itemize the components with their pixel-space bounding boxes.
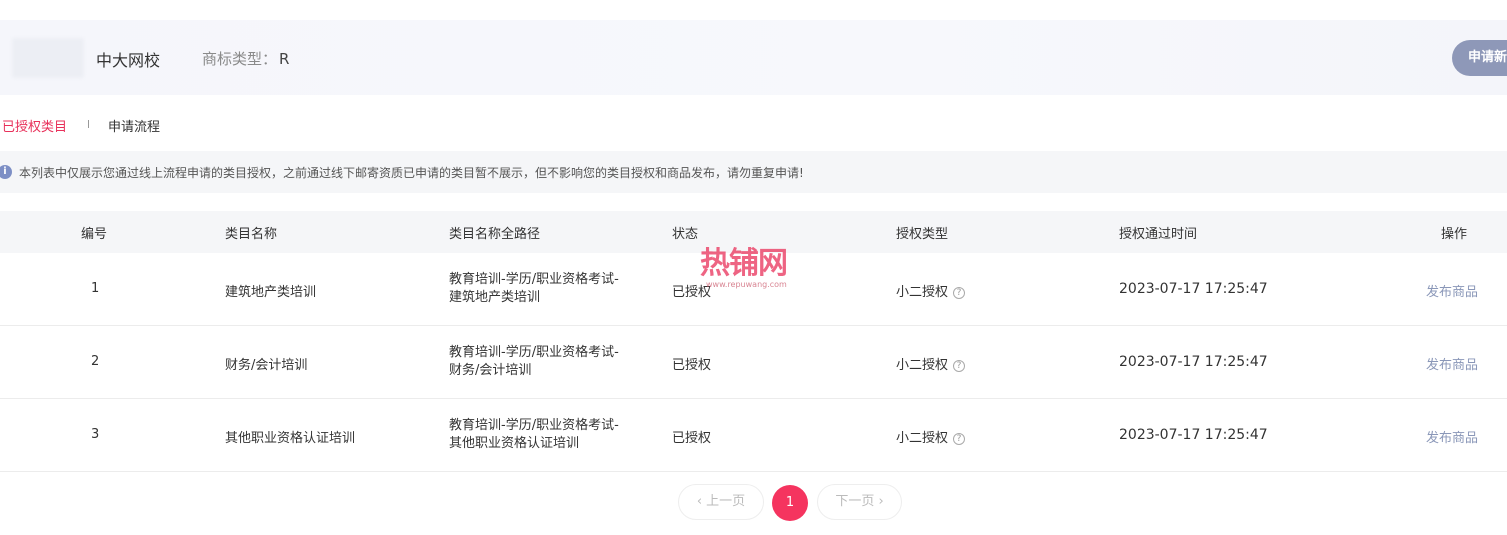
next-page-button[interactable]: 下一页 ›	[817, 484, 902, 520]
trademark-label: 商标类型：	[202, 50, 278, 68]
row-approved-time: 2023-07-17 17:25:47	[1119, 427, 1268, 443]
shop-header: 中大网校 商标类型： R 申请新	[0, 20, 1507, 95]
row-auth-type: 小二授权?	[896, 354, 966, 373]
publish-product-link[interactable]: 发布商品	[1426, 427, 1478, 446]
help-icon[interactable]: ?	[953, 433, 966, 445]
table-row: 3 其他职业资格认证培训 教育培训-学历/职业资格考试- 其他职业资格认证培训 …	[0, 399, 1507, 472]
col-header-status: 状态	[672, 227, 699, 242]
row-path-line2: 财务/会计培训	[449, 363, 532, 378]
col-header-auth-type: 授权类型	[896, 227, 949, 242]
table-row: 2 财务/会计培训 教育培训-学历/职业资格考试- 财务/会计培训 已授权 小二…	[0, 326, 1507, 399]
help-icon[interactable]: ?	[953, 287, 966, 299]
row-category-path: 教育培训-学历/职业资格考试- 财务/会计培训	[449, 344, 649, 380]
row-auth-type-label: 小二授权	[896, 431, 949, 446]
row-path-line1: 教育培训-学历/职业资格考试-	[449, 272, 619, 287]
pagination: ‹ 上一页 1 下一页 ›	[0, 484, 1507, 521]
prev-page-button[interactable]: ‹ 上一页	[678, 484, 764, 520]
watermark-url: www.repuwang.com	[706, 280, 787, 289]
row-path-line1: 教育培训-学历/职业资格考试-	[449, 418, 619, 433]
apply-new-button[interactable]: 申请新	[1452, 40, 1507, 76]
row-status: 已授权	[672, 431, 712, 446]
publish-product-link[interactable]: 发布商品	[1426, 354, 1478, 373]
row-category-path: 教育培训-学历/职业资格考试- 建筑地产类培训	[449, 271, 649, 307]
row-category-name: 建筑地产类培训	[225, 285, 317, 300]
tab-application-process[interactable]: 申请流程	[108, 116, 160, 135]
row-auth-type-label: 小二授权	[896, 358, 949, 373]
row-path-line2: 其他职业资格认证培训	[449, 436, 580, 451]
col-header-time: 授权通过时间	[1119, 227, 1198, 242]
tab-authorized-categories[interactable]: 已授权类目	[2, 116, 67, 135]
col-header-action: 操作	[1441, 227, 1468, 242]
row-category-name: 财务/会计培训	[225, 358, 308, 373]
publish-product-link[interactable]: 发布商品	[1426, 281, 1478, 300]
page: 中大网校 商标类型： R 申请新 已授权类目 申请流程 i 本列表中仅展示您通过线…	[0, 0, 1507, 535]
info-icon: i	[0, 165, 12, 179]
current-page-button[interactable]: 1	[772, 485, 808, 521]
row-approved-time: 2023-07-17 17:25:47	[1119, 281, 1268, 297]
tab-divider	[88, 120, 89, 128]
notice-bar: i 本列表中仅展示您通过线上流程申请的类目授权，之前通过线下邮寄资质已申请的类目…	[0, 151, 1507, 193]
row-category-path: 教育培训-学历/职业资格考试- 其他职业资格认证培训	[449, 417, 649, 453]
shop-name: 中大网校	[96, 51, 161, 70]
help-icon[interactable]: ?	[953, 360, 966, 372]
trademark-type: 商标类型： R	[202, 48, 289, 69]
row-auth-type: 小二授权?	[896, 281, 966, 300]
col-header-id: 编号	[81, 227, 108, 242]
row-path-line1: 教育培训-学历/职业资格考试-	[449, 345, 619, 360]
row-id: 3	[91, 427, 100, 442]
row-auth-type-label: 小二授权	[896, 285, 949, 300]
watermark-logo: 热铺网 www.repuwang.com	[700, 248, 810, 293]
notice-text: 本列表中仅展示您通过线上流程申请的类目授权，之前通过线下邮寄资质已申请的类目暂不…	[19, 166, 804, 180]
col-header-path: 类目名称全路径	[449, 227, 541, 242]
row-id: 1	[91, 281, 100, 296]
shop-logo	[12, 38, 84, 78]
row-approved-time: 2023-07-17 17:25:47	[1119, 354, 1268, 370]
watermark-text: 热铺网	[700, 246, 788, 281]
trademark-value: R	[279, 50, 290, 68]
row-path-line2: 建筑地产类培训	[449, 290, 541, 305]
row-id: 2	[91, 354, 100, 369]
row-auth-type: 小二授权?	[896, 427, 966, 446]
row-category-name: 其他职业资格认证培训	[225, 431, 356, 446]
row-status: 已授权	[672, 358, 712, 373]
col-header-name: 类目名称	[225, 227, 278, 242]
